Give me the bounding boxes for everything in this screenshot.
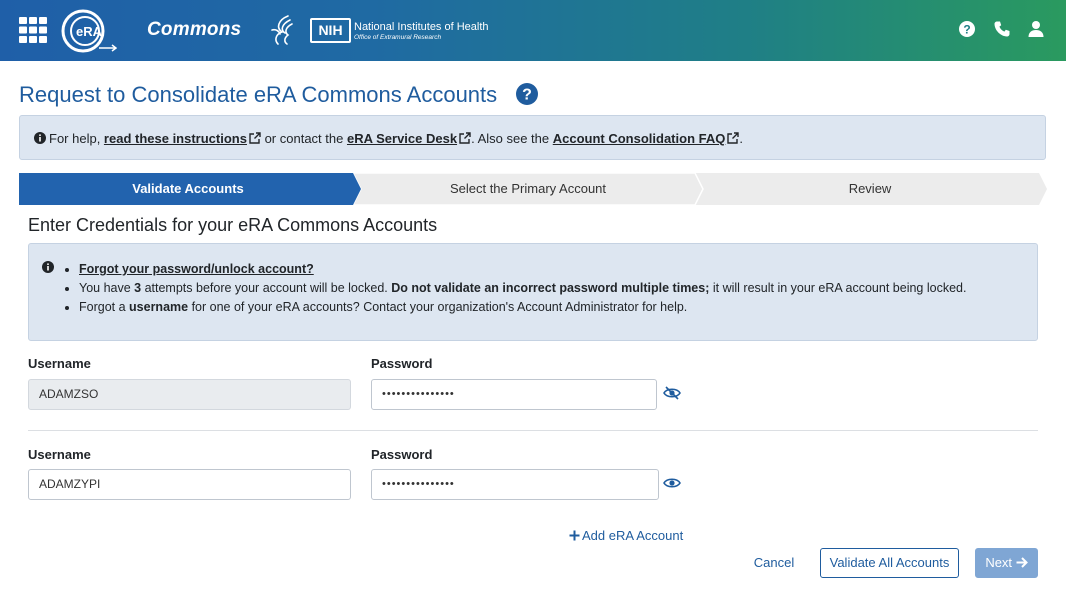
validate-all-button[interactable]: Validate All Accounts <box>820 548 959 578</box>
username-label: Username <box>28 356 91 371</box>
external-link-icon <box>727 132 740 144</box>
password-field[interactable]: ••••••••••••••• <box>371 469 659 500</box>
username-field: ADAMZSO <box>28 379 351 410</box>
username-field[interactable]: ADAMZYPI <box>28 469 351 500</box>
user-icon[interactable] <box>1027 20 1045 38</box>
svg-text:?: ? <box>522 87 532 104</box>
forgot-password-link[interactable]: Forgot your password/unlock account? <box>79 262 314 276</box>
arrow-right-icon <box>1016 557 1028 568</box>
add-account-label: Add eRA Account <box>582 528 684 543</box>
hhs-eagle-logo <box>271 15 293 45</box>
info-box: Forgot your password/unlock account? You… <box>28 243 1038 341</box>
help-suffix: . <box>739 131 743 146</box>
help-banner: For help, read these instructions or con… <box>19 115 1046 160</box>
help-icon[interactable]: ? <box>958 20 976 38</box>
svg-text:?: ? <box>963 23 970 37</box>
external-link-icon <box>249 132 261 144</box>
attempts-text: attempts before your account will be loc… <box>141 281 392 295</box>
eye-icon[interactable] <box>663 476 681 490</box>
plus-icon <box>569 530 580 541</box>
list-item: Forgot a username for one of your eRA ac… <box>79 298 966 317</box>
password-label: Password <box>371 356 433 371</box>
help-circle-icon[interactable]: ? <box>515 82 539 106</box>
phone-icon[interactable] <box>993 20 1011 38</box>
divider <box>28 430 1038 431</box>
nih-logo: NIH <box>310 18 351 43</box>
attempts-text: it will result in your eRA account being… <box>709 281 967 295</box>
era-logo-text: eRA <box>76 24 103 39</box>
attempts-text: You have <box>79 281 135 295</box>
cancel-button[interactable]: Cancel <box>748 549 800 579</box>
info-icon <box>42 261 54 273</box>
next-button[interactable]: Next <box>975 548 1038 578</box>
top-navigation-bar: eRA Commons NIH National Institutes of H… <box>0 0 1066 61</box>
step-review: Review <box>848 181 892 196</box>
eye-slash-icon[interactable] <box>663 386 681 400</box>
password-label: Password <box>371 447 433 462</box>
progress-stepper: Validate Accounts Select the Primary Acc… <box>19 173 1047 205</box>
app-name: Commons <box>147 19 242 40</box>
list-item: You have 3 attempts before your account … <box>79 279 966 298</box>
section-title: Enter Credentials for your eRA Commons A… <box>28 215 438 235</box>
add-account-button[interactable]: Add eRA Account <box>569 528 683 543</box>
help-mid1: or contact the <box>260 131 347 146</box>
instructions-link[interactable]: read these instructions <box>104 131 247 146</box>
grid-menu-icon[interactable] <box>19 17 47 43</box>
step-validate-accounts: Validate Accounts <box>132 181 244 196</box>
username-help-text: Forgot a <box>79 300 130 314</box>
next-label: Next <box>985 555 1013 570</box>
external-link-icon <box>459 132 471 144</box>
username-help-text: for one of your eRA accounts? Contact yo… <box>188 300 688 314</box>
step-select-primary: Select the Primary Account <box>449 181 607 196</box>
service-desk-link[interactable]: eRA Service Desk <box>347 131 457 146</box>
info-icon <box>34 132 46 144</box>
password-field[interactable]: ••••••••••••••• <box>371 379 657 410</box>
info-list: Forgot your password/unlock account? You… <box>79 260 966 317</box>
username-label: Username <box>28 447 91 462</box>
list-item: Forgot your password/unlock account? <box>79 260 966 279</box>
attempts-warning: Do not validate an incorrect password mu… <box>391 281 710 295</box>
page-title: Request to Consolidate eRA Commons Accou… <box>19 82 498 107</box>
help-mid2: . Also see the <box>471 131 553 146</box>
username-help-bold: username <box>129 300 189 314</box>
nih-name: National Institutes of Health <box>354 21 489 33</box>
nih-office: Office of Extramural Research <box>354 34 442 41</box>
help-prefix: For help, <box>49 131 104 146</box>
era-logo[interactable]: eRA <box>61 8 117 54</box>
help-text: For help, read these instructions or con… <box>34 131 743 146</box>
faq-link[interactable]: Account Consolidation FAQ <box>553 131 726 146</box>
